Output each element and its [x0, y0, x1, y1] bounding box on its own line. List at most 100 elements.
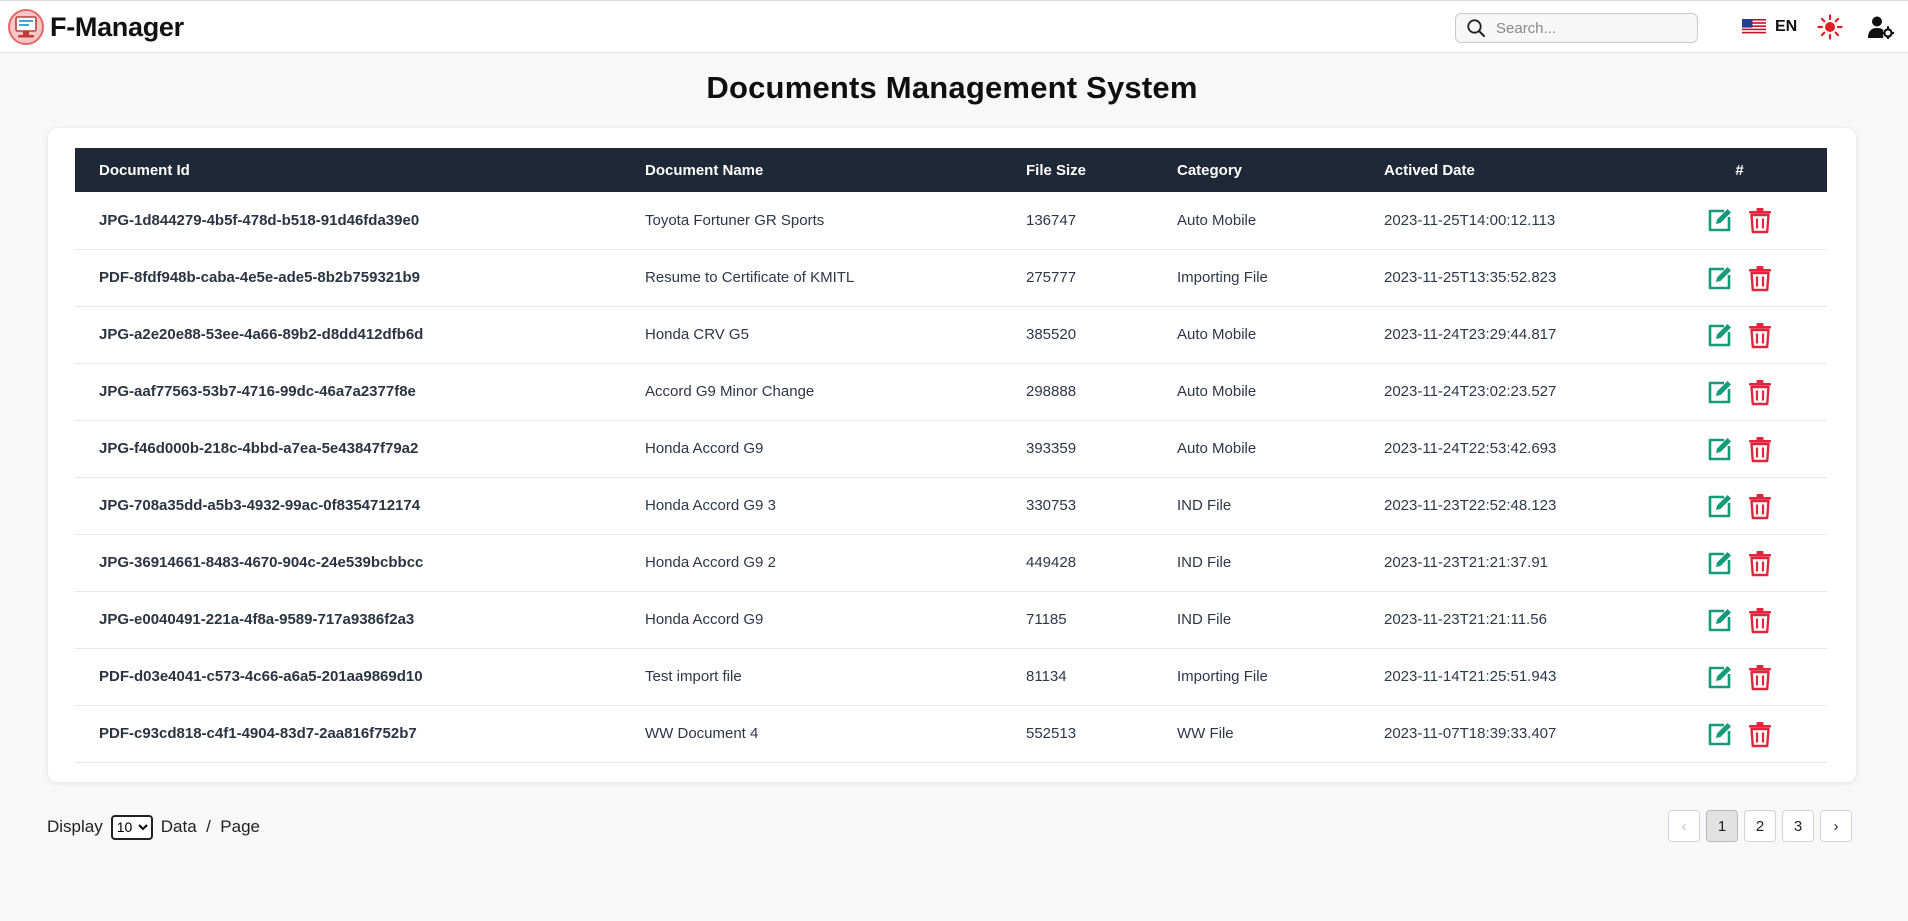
cell-document-id: JPG-aaf77563-53b7-4716-99dc-46a7a2377f8e — [99, 383, 416, 400]
cell-file-size: 298888 — [1026, 383, 1077, 400]
cell-category: WW File — [1177, 725, 1234, 742]
page-button-3[interactable]: 3 — [1782, 810, 1814, 842]
delete-icon — [1748, 208, 1771, 234]
user-settings-icon[interactable] — [1868, 15, 1894, 39]
cell-category: IND File — [1177, 497, 1232, 514]
edit-button[interactable] — [1705, 378, 1733, 406]
column-header-actived-date[interactable]: Actived Date — [1360, 148, 1652, 192]
cell-actions — [1652, 306, 1827, 363]
page-button-1[interactable]: 1 — [1706, 810, 1738, 842]
delete-icon — [1748, 607, 1771, 633]
cell-actions — [1652, 249, 1827, 306]
edit-button[interactable] — [1705, 435, 1733, 463]
cell-actived-date: 2023-11-25T14:00:12.113 — [1384, 211, 1556, 229]
edit-button[interactable] — [1705, 549, 1733, 577]
table-row: JPG-a2e20e88-53ee-4a66-89b2-d8dd412dfb6d… — [75, 306, 1827, 363]
cell-file-size: 275777 — [1026, 269, 1077, 286]
cell-actions — [1652, 591, 1827, 648]
cell-category: Importing File — [1177, 668, 1268, 685]
delete-button[interactable] — [1746, 720, 1774, 748]
delete-button[interactable] — [1746, 663, 1774, 691]
search-input[interactable] — [1496, 19, 1686, 37]
documents-card: Document Id Document Name File Size Cate… — [48, 128, 1856, 782]
cell-actived-date: 2023-11-23T21:21:37.91 — [1384, 554, 1549, 571]
edit-icon — [1709, 608, 1732, 631]
cell-category: Auto Mobile — [1177, 326, 1257, 343]
edit-button[interactable] — [1705, 606, 1733, 634]
search-box[interactable] — [1455, 13, 1698, 43]
cell-document-id: JPG-f46d000b-218c-4bbd-a7ea-5e43847f79a2 — [99, 440, 419, 457]
cell-document-id: PDF-8fdf948b-caba-4e5e-ade5-8b2b759321b9 — [99, 269, 420, 286]
page-size-control: Display 10 Data / Page — [47, 814, 260, 840]
cell-actived-date: 2023-11-25T13:35:52.823 — [1384, 269, 1557, 286]
edit-button[interactable] — [1705, 321, 1733, 349]
column-header-file-size[interactable]: File Size — [1002, 148, 1153, 192]
delete-icon — [1748, 322, 1771, 348]
language-selector[interactable]: EN — [1742, 16, 1797, 38]
delete-icon — [1748, 493, 1771, 519]
column-header-document-name[interactable]: Document Name — [621, 148, 1002, 192]
delete-button[interactable] — [1746, 549, 1774, 577]
page-size-select[interactable]: 10 — [110, 814, 153, 840]
cell-actions — [1652, 534, 1827, 591]
delete-button[interactable] — [1746, 435, 1774, 463]
delete-icon — [1748, 436, 1771, 462]
edit-icon — [1709, 551, 1732, 574]
cell-document-name: Accord G9 Minor Change — [645, 383, 815, 400]
cell-document-id: JPG-36914661-8483-4670-904c-24e539bcbbcc — [99, 554, 424, 571]
delete-button[interactable] — [1746, 206, 1774, 234]
cell-file-size: 393359 — [1026, 440, 1077, 457]
column-header-category[interactable]: Category — [1153, 148, 1360, 192]
cell-file-size: 385520 — [1026, 326, 1077, 343]
cell-document-name: Honda Accord G9 — [645, 611, 764, 628]
edit-icon — [1709, 209, 1732, 232]
edit-button[interactable] — [1705, 720, 1733, 748]
delete-icon — [1748, 550, 1771, 576]
edit-button[interactable] — [1705, 264, 1733, 292]
delete-button[interactable] — [1746, 264, 1774, 292]
prev-page-button[interactable]: ‹ — [1668, 810, 1700, 842]
cell-file-size: 71185 — [1026, 611, 1067, 628]
cell-document-name: Toyota Fortuner GR Sports — [645, 211, 825, 229]
edit-button[interactable] — [1705, 663, 1733, 691]
cell-file-size: 330753 — [1026, 497, 1077, 514]
cell-actions — [1652, 648, 1827, 705]
sun-icon[interactable] — [1817, 14, 1843, 40]
cell-actions — [1652, 705, 1827, 762]
next-page-button[interactable]: › — [1820, 810, 1852, 842]
cell-actived-date: 2023-11-14T21:25:51.943 — [1384, 668, 1557, 685]
cell-document-id: JPG-a2e20e88-53ee-4a66-89b2-d8dd412dfb6d — [99, 326, 424, 343]
delete-icon — [1748, 379, 1771, 405]
table-row: PDF-d03e4041-c573-4c66-a6a5-201aa9869d10… — [75, 648, 1827, 705]
edit-icon — [1709, 437, 1732, 460]
table-row: JPG-f46d000b-218c-4bbd-a7ea-5e43847f79a2… — [75, 420, 1827, 477]
table-row: PDF-8fdf948b-caba-4e5e-ade5-8b2b759321b9… — [75, 249, 1827, 306]
cell-file-size: 552513 — [1026, 725, 1077, 742]
cell-category: Auto Mobile — [1177, 440, 1257, 457]
brand[interactable]: F-Manager — [8, 9, 184, 45]
cell-document-name: Honda Accord G9 — [645, 440, 764, 457]
cell-document-name: Honda CRV G5 — [645, 326, 749, 343]
cell-category: Auto Mobile — [1177, 383, 1257, 400]
cell-category: IND File — [1177, 554, 1232, 571]
cell-actions — [1652, 420, 1827, 477]
cell-actived-date: 2023-11-23T21:21:11.56 — [1384, 611, 1547, 628]
cell-document-name: Honda Accord G9 2 — [645, 554, 776, 571]
table-header-row: Document Id Document Name File Size Cate… — [75, 148, 1827, 192]
page-title: Documents Management System — [706, 70, 1198, 105]
delete-button[interactable] — [1746, 321, 1774, 349]
data-per-page-label: Data / Page — [160, 817, 260, 836]
edit-button[interactable] — [1705, 206, 1733, 234]
delete-button[interactable] — [1746, 378, 1774, 406]
edit-button[interactable] — [1705, 492, 1733, 520]
column-header-document-id[interactable]: Document Id — [75, 148, 621, 192]
cell-actived-date: 2023-11-23T22:52:48.123 — [1384, 497, 1557, 514]
edit-icon — [1709, 323, 1732, 346]
cell-actions — [1652, 363, 1827, 420]
cell-category: Auto Mobile — [1177, 211, 1257, 229]
page-button-2[interactable]: 2 — [1744, 810, 1776, 842]
delete-button[interactable] — [1746, 606, 1774, 634]
delete-button[interactable] — [1746, 492, 1774, 520]
pagination: ‹ 1 2 3 › — [1668, 810, 1852, 842]
cell-document-id: JPG-e0040491-221a-4f8a-9589-717a9386f2a3 — [99, 611, 415, 628]
